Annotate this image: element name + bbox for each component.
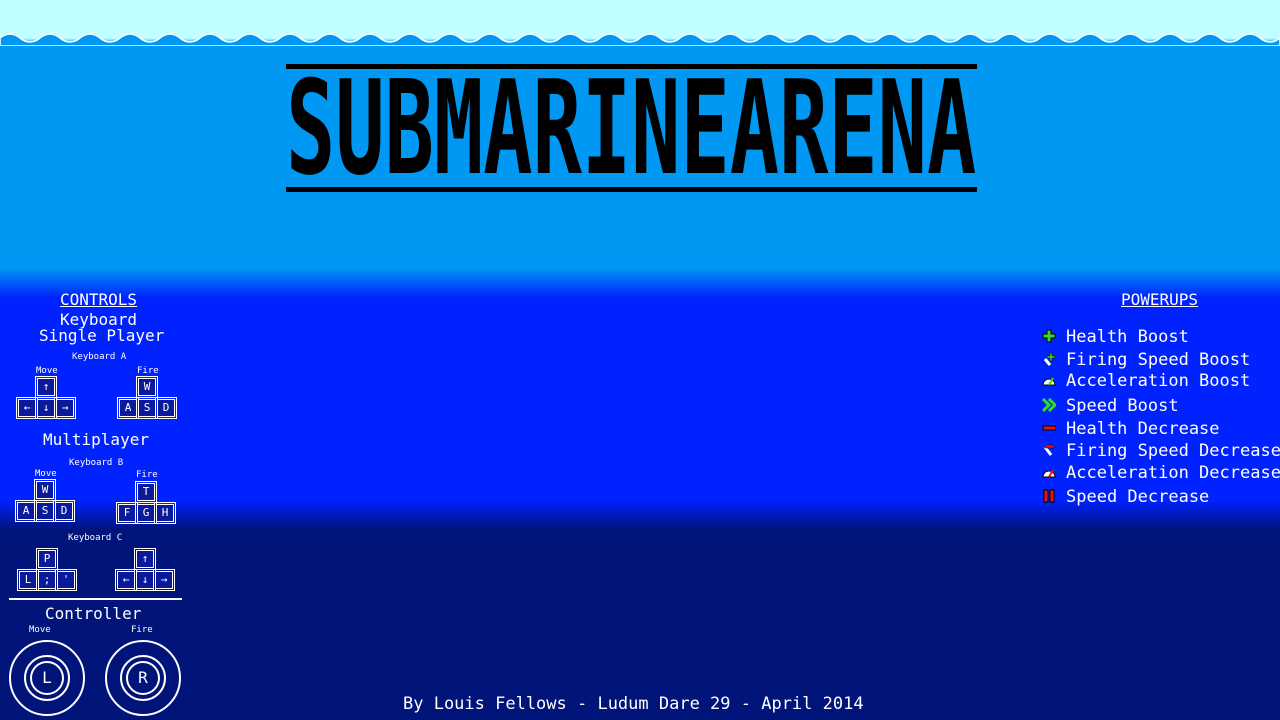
powerup-item: Speed Boost bbox=[1041, 396, 1179, 416]
controls-heading: CONTROLS bbox=[60, 290, 138, 309]
left-stick-label: L bbox=[30, 661, 64, 695]
powerup-item: Health Boost bbox=[1042, 327, 1189, 347]
divider bbox=[9, 598, 182, 600]
key-down: ↓ bbox=[35, 397, 57, 419]
powerup-item: Firing Speed Decrease bbox=[1042, 441, 1280, 461]
powerup-item: Health Decrease bbox=[1042, 419, 1220, 439]
powerup-label: Acceleration Boost bbox=[1066, 371, 1251, 391]
water-surface-wave bbox=[0, 33, 1280, 46]
powerup-label: Speed Boost bbox=[1066, 396, 1179, 416]
powerup-label: Acceleration Decrease bbox=[1066, 463, 1280, 483]
powerup-item: Speed Decrease bbox=[1042, 487, 1209, 507]
fire-label: Fire bbox=[136, 470, 158, 480]
powerup-label: Health Boost bbox=[1066, 327, 1189, 347]
key-g: G bbox=[135, 502, 157, 524]
key-semicolon: ; bbox=[36, 569, 58, 591]
plus-icon bbox=[1042, 328, 1056, 343]
right-stick-icon: R bbox=[105, 640, 181, 716]
key-w: W bbox=[136, 376, 158, 398]
gauge-icon bbox=[1042, 372, 1056, 386]
controller-label: Controller bbox=[45, 604, 142, 623]
key-up: ↑ bbox=[134, 548, 156, 570]
key-s: S bbox=[136, 397, 158, 419]
firing-boost-icon bbox=[1042, 351, 1056, 366]
double-chevron-icon bbox=[1041, 397, 1058, 413]
key-l: L bbox=[17, 569, 39, 591]
key-t: T bbox=[135, 481, 157, 503]
key-a: A bbox=[117, 397, 139, 419]
powerup-label: Health Decrease bbox=[1066, 419, 1220, 439]
key-left: ← bbox=[115, 569, 137, 591]
key-right: → bbox=[153, 569, 175, 591]
powerup-label: Firing Speed Boost bbox=[1066, 350, 1251, 370]
keyboard-c-label: Keyboard C bbox=[68, 533, 123, 543]
credits-footer: By Louis Fellows - Ludum Dare 29 - April… bbox=[403, 694, 864, 714]
powerup-item: Acceleration Decrease bbox=[1042, 463, 1280, 483]
single-player-label: Single Player bbox=[39, 326, 165, 345]
key-p: P bbox=[36, 548, 58, 570]
key-d: D bbox=[53, 500, 75, 522]
pause-icon bbox=[1042, 488, 1056, 503]
firing-decrease-icon bbox=[1042, 442, 1056, 456]
key-left: ← bbox=[16, 397, 38, 419]
multiplayer-label: Multiplayer bbox=[43, 430, 149, 449]
key-apostrophe: ' bbox=[55, 569, 77, 591]
gauge-icon bbox=[1042, 464, 1056, 478]
game-title: SUBMARINEARENA bbox=[286, 52, 977, 204]
keyboard-a-label: Keyboard A bbox=[72, 352, 127, 362]
key-right: → bbox=[54, 397, 76, 419]
move-label: Move bbox=[29, 625, 51, 635]
powerup-label: Speed Decrease bbox=[1066, 487, 1210, 507]
left-stick-icon: L bbox=[9, 640, 85, 716]
key-f: F bbox=[116, 502, 138, 524]
key-a: A bbox=[15, 500, 37, 522]
right-stick-label: R bbox=[126, 661, 160, 695]
powerup-label: Firing Speed Decrease bbox=[1066, 441, 1280, 461]
game-title-logo: SUBMARINEARENA bbox=[286, 52, 977, 204]
powerups-heading: POWERUPS bbox=[1121, 290, 1199, 309]
key-s: S bbox=[34, 500, 56, 522]
key-h: H bbox=[154, 502, 176, 524]
key-down: ↓ bbox=[134, 569, 156, 591]
key-w: W bbox=[34, 479, 56, 501]
key-d: D bbox=[155, 397, 177, 419]
keyboard-b-label: Keyboard B bbox=[69, 458, 124, 468]
move-label: Move bbox=[36, 366, 58, 376]
fire-label: Fire bbox=[131, 625, 153, 635]
key-up: ↑ bbox=[35, 376, 57, 398]
powerup-item: Firing Speed Boost bbox=[1042, 350, 1250, 370]
move-label: Move bbox=[35, 469, 57, 479]
powerup-item: Acceleration Boost bbox=[1042, 371, 1250, 391]
minus-icon bbox=[1042, 420, 1057, 434]
fire-label: Fire bbox=[137, 366, 159, 376]
